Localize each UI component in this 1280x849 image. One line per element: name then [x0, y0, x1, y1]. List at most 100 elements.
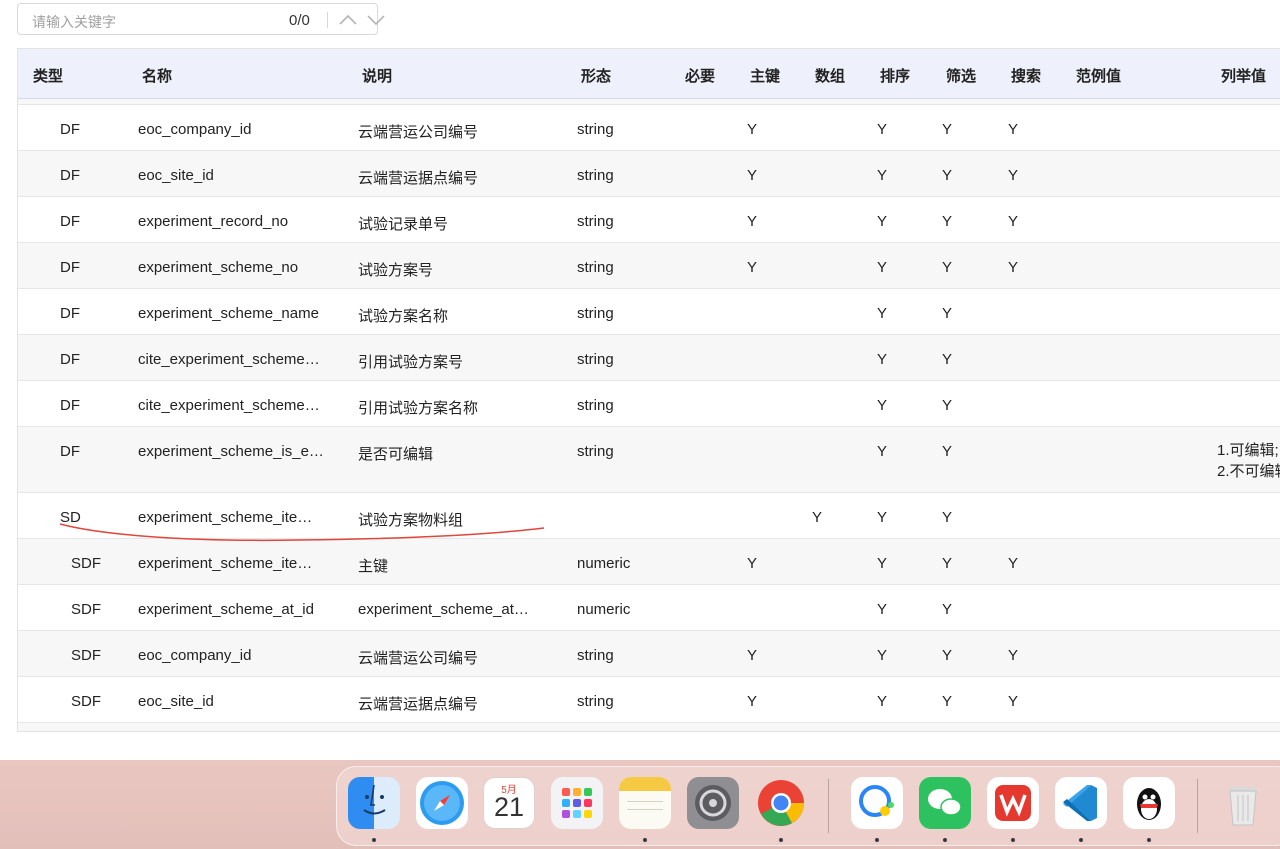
chevron-down-icon[interactable]	[365, 9, 387, 31]
table-row[interactable]: SDF experiment_scheme_at_id experiment_sch…	[18, 585, 1280, 631]
name-cell: eoc_site_id	[138, 167, 214, 184]
name-cell: cite_experiment_scheme…	[138, 397, 320, 414]
description-cell: experiment_scheme_at…	[358, 601, 529, 618]
filter-cell: Y	[942, 167, 953, 184]
running-indicator-dot	[943, 838, 947, 842]
sort-cell: Y	[877, 167, 888, 184]
description-cell: 试验记录单号	[358, 216, 449, 233]
table-row[interactable]: DF experiment_scheme_no 试验方案号 string Y Y Y Y	[18, 243, 1280, 289]
header-name: 名称	[142, 68, 173, 85]
chat-bubble-app-icon[interactable]	[851, 777, 903, 829]
search-cell: Y	[1008, 693, 1019, 710]
calendar-icon[interactable]: 5月 21	[483, 777, 535, 829]
chevron-up-icon[interactable]	[337, 9, 359, 31]
form-cell: string	[577, 351, 614, 368]
name-cell: experiment_scheme_ite…	[138, 509, 313, 526]
type-cell: DF	[60, 167, 80, 184]
filter-cell: Y	[942, 259, 953, 276]
primary-key-cell: Y	[747, 213, 758, 230]
form-cell: string	[577, 121, 614, 138]
filter-cell: Y	[942, 121, 953, 138]
table-row[interactable]: DF experiment_scheme_name 试验方案名称 string Y Y	[18, 289, 1280, 335]
search-box[interactable]: 请输入关键字 0/0	[17, 3, 385, 35]
trash-icon[interactable]	[1217, 777, 1269, 829]
description-cell: 试验方案号	[358, 262, 434, 279]
description-cell: 云端营运据点编号	[358, 170, 479, 187]
type-cell: SDF	[71, 693, 101, 710]
notes-icon[interactable]	[619, 777, 671, 829]
filter-cell: Y	[942, 555, 953, 572]
header-enum: 列举值	[1221, 68, 1267, 85]
table-row[interactable]: DF experiment_record_no 试验记录单号 string Y Y Y Y	[18, 197, 1280, 243]
primary-key-cell: Y	[747, 693, 758, 710]
type-cell: DF	[60, 397, 80, 414]
wps-icon[interactable]	[987, 777, 1039, 829]
wechat-icon[interactable]	[919, 777, 971, 829]
sort-cell: Y	[877, 647, 888, 664]
primary-key-cell: Y	[747, 259, 758, 276]
description-cell: 是否可编辑	[358, 446, 434, 463]
calendar-day: 21	[493, 792, 525, 822]
chrome-icon[interactable]	[755, 777, 807, 829]
running-indicator-dot	[372, 838, 376, 842]
sort-cell: Y	[877, 305, 888, 322]
dock-divider-2	[1197, 779, 1198, 833]
table-header: 类型 名称 说明 形态 必要 主键 数组 排序 筛选 搜索 范例值 列举值	[18, 49, 1280, 99]
type-cell: DF	[60, 121, 80, 138]
sort-cell: Y	[877, 121, 888, 138]
header-example: 范例值	[1076, 68, 1122, 85]
type-cell: DF	[60, 443, 80, 460]
table-row[interactable]: DF eoc_site_id 云端营运据点编号 string Y Y Y Y	[18, 151, 1280, 197]
sort-cell: Y	[877, 213, 888, 230]
name-cell: experiment_scheme_is_e…	[138, 443, 324, 460]
sort-cell: Y	[877, 601, 888, 618]
vscode-icon[interactable]	[1055, 777, 1107, 829]
name-cell: eoc_company_id	[138, 647, 252, 664]
description-cell: 试验方案名称	[358, 308, 449, 325]
qq-penguin-icon[interactable]	[1123, 777, 1175, 829]
sort-cell: Y	[877, 259, 888, 276]
running-indicator-dot	[643, 838, 647, 842]
filter-cell: Y	[942, 693, 953, 710]
header-type: 类型	[33, 68, 64, 85]
dock-divider	[828, 779, 829, 833]
name-cell: eoc_company_id	[138, 121, 252, 138]
table-row[interactable]: DF eoc_company_id 云端营运公司编号 string Y Y Y Y	[18, 105, 1280, 151]
filter-cell: Y	[942, 351, 953, 368]
type-cell: SD	[60, 509, 81, 526]
sort-cell: Y	[877, 509, 888, 526]
description-cell: 主键	[358, 558, 389, 575]
primary-key-cell: Y	[747, 121, 758, 138]
table-row[interactable]: DF cite_experiment_scheme… 引用试验方案名称 string Y…	[18, 381, 1280, 427]
header-search: 搜索	[1011, 68, 1042, 85]
app-window: 请输入关键字 0/0 类型 名称 说明 形态 必要 主键 数组 排序 筛选 搜索…	[0, 0, 1280, 760]
header-description: 说明	[362, 68, 393, 85]
type-cell: SDF	[71, 555, 101, 572]
table-row[interactable]: SDF eoc_site_id 云端营运据点编号 string Y Y Y Y	[18, 677, 1280, 723]
sort-cell: Y	[877, 555, 888, 572]
form-cell: numeric	[577, 601, 631, 618]
header-sort: 排序	[880, 68, 911, 85]
search-input[interactable]: 请输入关键字	[32, 12, 116, 32]
running-indicator-dot	[875, 838, 879, 842]
search-cell: Y	[1008, 121, 1019, 138]
finder-icon[interactable]	[348, 777, 400, 829]
type-cell: DF	[60, 351, 80, 368]
table-row[interactable]: SD experiment_scheme_ite… 试验方案物料组 Y Y Y	[18, 493, 1280, 539]
sort-cell: Y	[877, 693, 888, 710]
launchpad-icon[interactable]	[551, 777, 603, 829]
running-indicator-dot	[1147, 838, 1151, 842]
description-cell: 云端营运公司编号	[358, 124, 479, 141]
table-row[interactable]: DF cite_experiment_scheme… 引用试验方案号 string Y Y	[18, 335, 1280, 381]
header-form: 形态	[581, 68, 612, 85]
table-row[interactable]: SDF experiment_scheme_ite… 主键 numeric Y Y Y Y	[18, 539, 1280, 585]
form-cell: string	[577, 647, 614, 664]
sort-cell: Y	[877, 351, 888, 368]
name-cell: experiment_scheme_ite…	[138, 555, 313, 572]
safari-icon[interactable]	[416, 777, 468, 829]
system-settings-icon[interactable]	[687, 777, 739, 829]
table-row[interactable]: SDF eoc_company_id 云端营运公司编号 string Y Y Y Y	[18, 631, 1280, 677]
description-cell: 云端营运公司编号	[358, 650, 479, 667]
type-cell: SDF	[71, 601, 101, 618]
table-row[interactable]: DF experiment_scheme_is_e… 是否可编辑 string Y Y 1.…	[18, 427, 1280, 493]
